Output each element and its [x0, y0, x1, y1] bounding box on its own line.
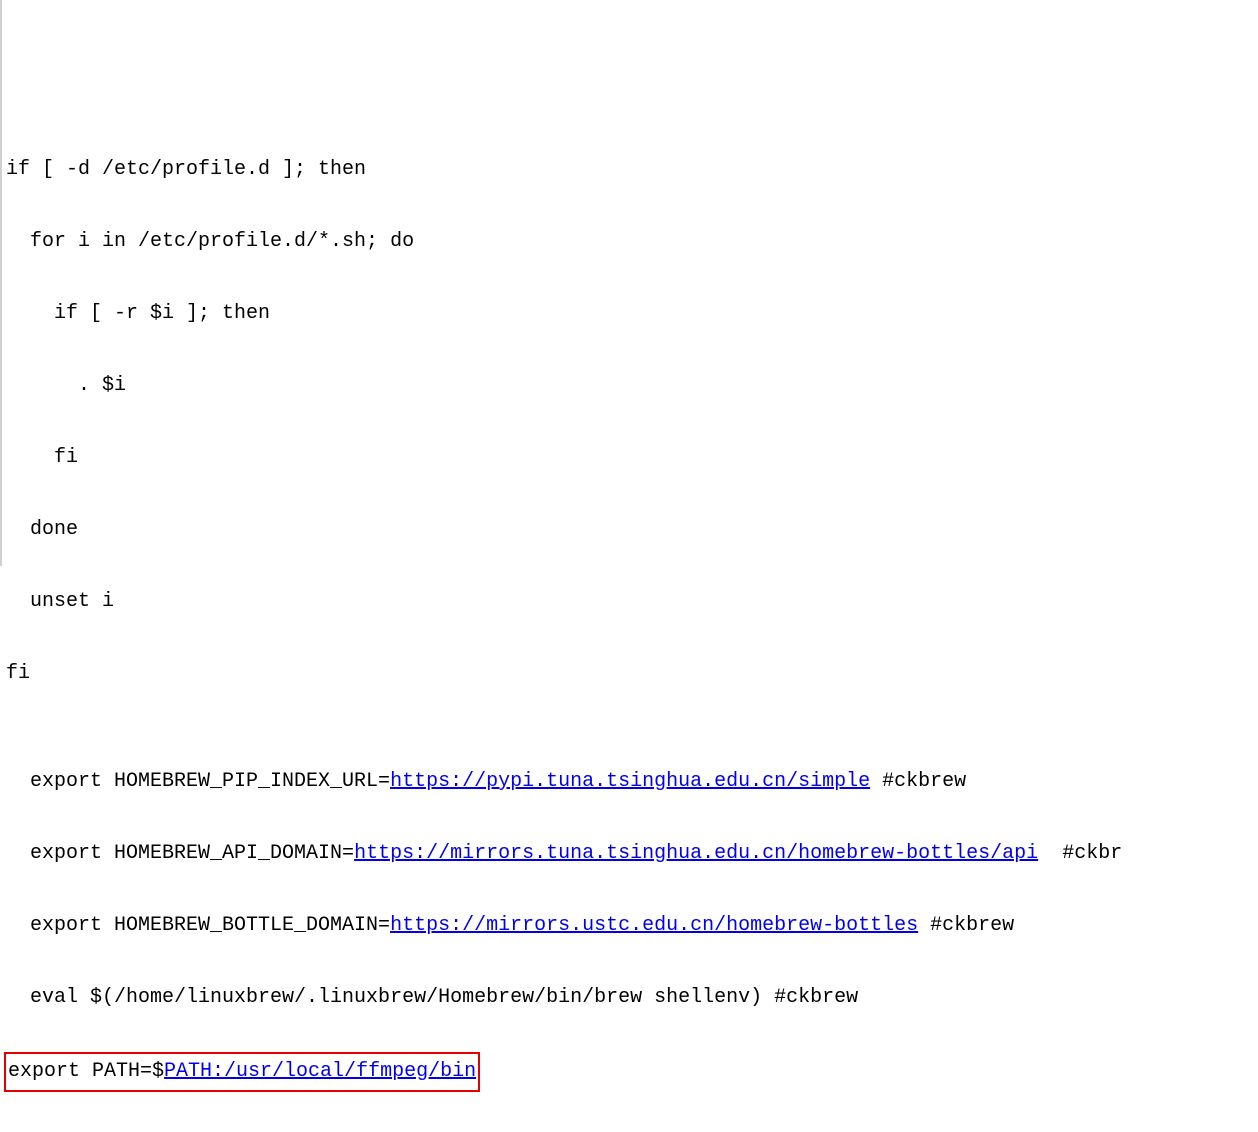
- code-line-6: done: [2, 512, 1258, 548]
- export-path-prefix: export PATH=$: [8, 1060, 164, 1083]
- code-line-10: export HOMEBREW_PIP_INDEX_URL=https://py…: [2, 764, 1258, 800]
- export-api-prefix: export HOMEBREW_API_DOMAIN=: [6, 842, 354, 865]
- code-line-2: for i in /etc/profile.d/*.sh; do: [2, 224, 1258, 260]
- export-pip-suffix: #ckbrew: [870, 770, 966, 793]
- export-pip-prefix: export HOMEBREW_PIP_INDEX_URL=: [6, 770, 390, 793]
- path-ffmpeg-link[interactable]: PATH:/usr/local/ffmpeg/bin: [164, 1060, 476, 1083]
- bottle-domain-url-link[interactable]: https://mirrors.ustc.edu.cn/homebrew-bot…: [390, 914, 918, 937]
- code-line-7: unset i: [2, 584, 1258, 620]
- pip-index-url-link[interactable]: https://pypi.tuna.tsinghua.edu.cn/simple: [390, 770, 870, 793]
- code-line-13: eval $(/home/linuxbrew/.linuxbrew/Homebr…: [2, 980, 1258, 1016]
- red-highlight-box: export PATH=$PATH:/usr/local/ffmpeg/bin: [4, 1052, 480, 1092]
- export-api-suffix: #ckbr: [1038, 842, 1122, 865]
- code-line-8: fi: [2, 656, 1258, 692]
- code-line-3: if [ -r $i ]; then: [2, 296, 1258, 332]
- highlighted-path-line: export PATH=$PATH:/usr/local/ffmpeg/bin: [2, 1052, 1258, 1092]
- export-bottle-prefix: export HOMEBREW_BOTTLE_DOMAIN=: [6, 914, 390, 937]
- code-line-4: . $i: [2, 368, 1258, 404]
- code-line-1: if [ -d /etc/profile.d ]; then: [2, 152, 1258, 188]
- api-domain-url-link[interactable]: https://mirrors.tuna.tsinghua.edu.cn/hom…: [354, 842, 1038, 865]
- code-line-11: export HOMEBREW_API_DOMAIN=https://mirro…: [2, 836, 1258, 872]
- code-line-5: fi: [2, 440, 1258, 476]
- code-line-12: export HOMEBREW_BOTTLE_DOMAIN=https://mi…: [2, 908, 1258, 944]
- export-bottle-suffix: #ckbrew: [918, 914, 1014, 937]
